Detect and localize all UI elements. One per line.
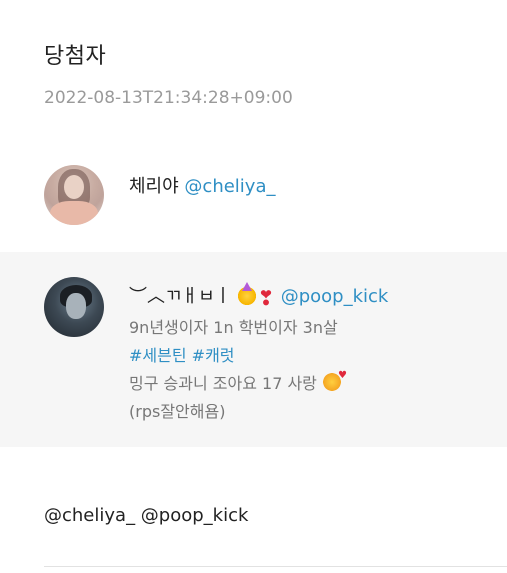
user-profile-card[interactable]: ︶︿ㄲㅐㅂㅣ ❣ @poop_kick 9n년생이자 1n 학번이자 3n살 #… [0,252,507,447]
hashtag-link[interactable]: #세븐틴 [129,346,187,365]
bio-line: 9n년생이자 1n 학번이자 3n살 [129,318,338,337]
party-face-icon [236,282,257,305]
user-handle-link[interactable]: @cheliya_ [184,176,275,197]
bio-text: 밍구 승과니 조아요 17 사랑 [129,374,317,393]
winner-row-1[interactable]: 체리야 @cheliya_ [0,160,507,232]
heart-exclamation-icon: ❣ [257,286,275,310]
winner-name-line: 체리야 @cheliya_ [129,172,276,198]
display-name: ︶︿ㄲㅐㅂㅣ [129,286,232,307]
winner-name-line: ︶︿ㄲㅐㅂㅣ ❣ @poop_kick [129,282,388,308]
bio-line: 밍구 승과니 조아요 17 사랑 [129,366,347,398]
avatar[interactable] [44,277,104,337]
bio-hashtags: #세븐틴 #캐럿 [129,342,342,370]
user-handle-link[interactable]: @poop_kick [281,286,389,307]
smiling-face-with-hearts-icon [322,366,347,392]
timestamp: 2022-08-13T21:34:28+09:00 [44,88,293,108]
page-title: 당첨자 [44,44,107,69]
display-name: 체리야 [129,176,179,197]
avatar[interactable] [44,165,104,225]
divider [44,566,507,567]
user-bio: 9n년생이자 1n 학번이자 3n살 #세븐틴 #캐럿 밍구 승과니 조아요 1… [129,314,347,426]
hashtag-link[interactable]: #캐럿 [192,346,235,365]
mentions-text: @cheliya_ @poop_kick [44,505,249,526]
bio-line: (rps잘안해욤) [129,402,226,421]
winner-page: 당첨자 2022-08-13T21:34:28+09:00 체리야 @cheli… [0,0,507,573]
